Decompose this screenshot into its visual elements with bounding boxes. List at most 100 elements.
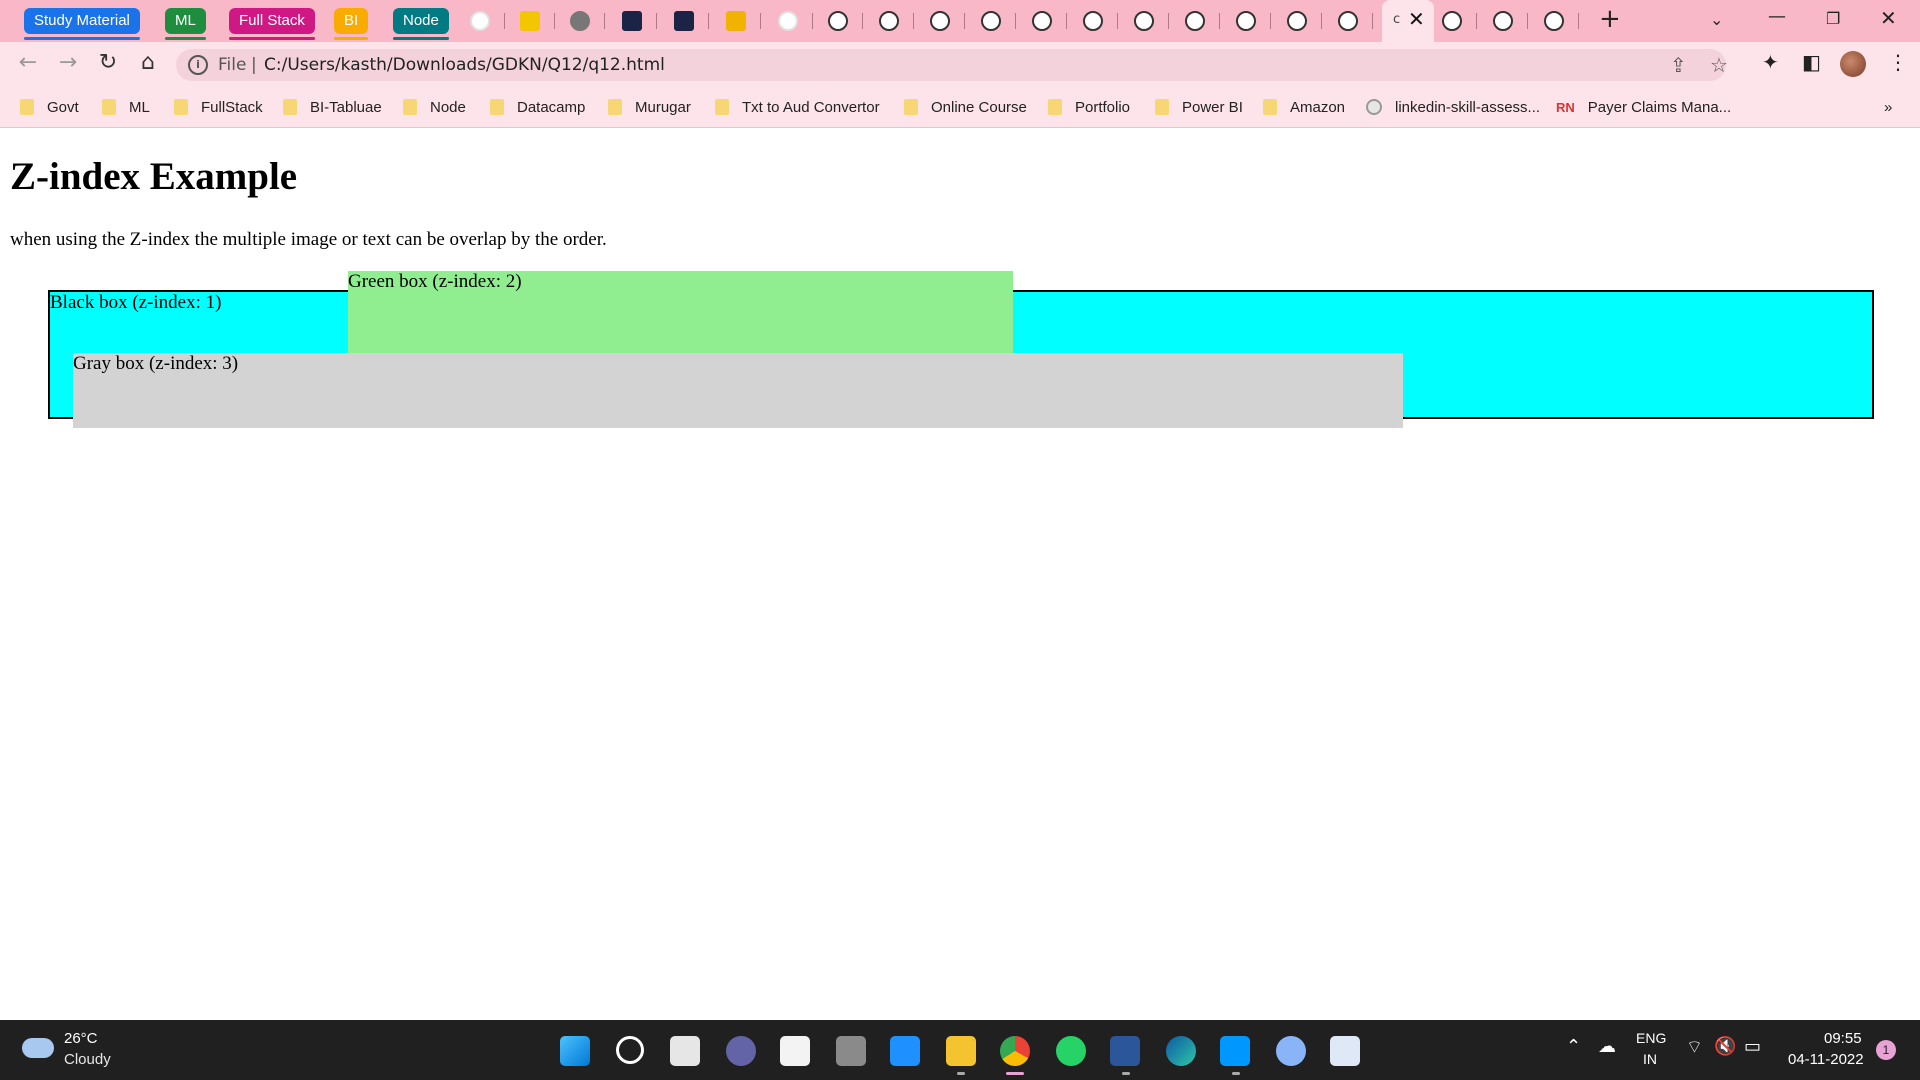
bookmark-label: Amazon bbox=[1290, 98, 1346, 116]
side-panel-icon[interactable]: ◧ bbox=[1802, 50, 1821, 74]
browser-tab[interactable] bbox=[770, 8, 820, 34]
bookmark-item[interactable]: Datacamp bbox=[490, 96, 585, 118]
weather-temperature[interactable]: 26°C bbox=[64, 1030, 98, 1047]
browser-tab[interactable] bbox=[1177, 8, 1227, 34]
bookmark-item[interactable]: Power BI bbox=[1155, 96, 1243, 118]
vscode-icon[interactable] bbox=[1220, 1036, 1250, 1066]
tab-group-study-material[interactable]: Study Material bbox=[24, 8, 140, 40]
weather-condition[interactable]: Cloudy bbox=[64, 1051, 111, 1068]
bookmark-star-icon[interactable]: ☆ bbox=[1710, 53, 1728, 77]
menu-icon[interactable]: ⋮ bbox=[1888, 50, 1908, 74]
back-button[interactable]: ← bbox=[14, 50, 42, 75]
browser-tab[interactable] bbox=[1075, 8, 1125, 34]
bookmark-item[interactable]: Amazon bbox=[1263, 96, 1345, 118]
site-icon bbox=[520, 11, 540, 31]
bookmark-item[interactable]: Portfolio bbox=[1048, 96, 1130, 118]
wifi-icon[interactable]: ⌔ bbox=[1686, 1036, 1703, 1059]
browser-tab[interactable] bbox=[1536, 8, 1586, 34]
tab-group-ml[interactable]: ML bbox=[165, 8, 206, 40]
browser-tab[interactable] bbox=[820, 8, 870, 34]
browser-tab[interactable] bbox=[562, 8, 612, 34]
browser-toolbar: ← → ↻ ⌂ i File | C:/Users/kasth/Download… bbox=[0, 42, 1920, 87]
l-app-icon[interactable] bbox=[890, 1036, 920, 1066]
address-bar[interactable]: i File | C:/Users/kasth/Downloads/GDKN/Q… bbox=[176, 49, 1728, 81]
tab-separator bbox=[1527, 13, 1528, 29]
new-tab-button[interactable]: + bbox=[1599, 4, 1621, 34]
search-icon[interactable] bbox=[616, 1036, 644, 1064]
active-tab[interactable]: c ✕ bbox=[1382, 0, 1434, 42]
notification-badge[interactable]: 1 bbox=[1876, 1040, 1896, 1060]
tab-group-bi[interactable]: BI bbox=[334, 8, 369, 40]
browser-tab[interactable] bbox=[1434, 8, 1484, 34]
extensions-icon[interactable]: ✦ bbox=[1762, 50, 1779, 74]
browser-tab[interactable] bbox=[1279, 8, 1329, 34]
bookmark-item[interactable]: Node bbox=[403, 96, 466, 118]
chevron-up-icon[interactable]: ⌃ bbox=[1566, 1036, 1581, 1057]
browser-tab[interactable] bbox=[922, 8, 972, 34]
bookmark-item[interactable]: Govt bbox=[20, 96, 79, 118]
task-view-icon[interactable] bbox=[670, 1036, 700, 1066]
calculator-icon[interactable] bbox=[836, 1036, 866, 1066]
share-icon[interactable]: ⇪ bbox=[1670, 53, 1687, 77]
tab-separator bbox=[1476, 13, 1477, 29]
browser-tab[interactable] bbox=[871, 8, 921, 34]
bookmark-item[interactable]: linkedin-skill-assess... bbox=[1366, 96, 1540, 118]
tab-group-full-stack[interactable]: Full Stack bbox=[229, 8, 315, 40]
chat-icon[interactable] bbox=[726, 1036, 756, 1066]
forward-button[interactable]: → bbox=[54, 50, 82, 75]
close-window-button[interactable]: ✕ bbox=[1880, 6, 1897, 30]
language-indicator[interactable]: ENG bbox=[1636, 1030, 1666, 1046]
browser-tab[interactable] bbox=[666, 8, 716, 34]
minimize-button[interactable]: — bbox=[1768, 6, 1786, 27]
clock-date[interactable]: 04-11-2022 bbox=[1788, 1051, 1864, 1068]
browser-tab[interactable] bbox=[1024, 8, 1074, 34]
bookmark-label: Txt to Aud Convertor bbox=[742, 98, 880, 116]
page-content: Z-index Example when using the Z-index t… bbox=[0, 128, 1920, 1020]
bookmark-item[interactable]: RN Payer Claims Mana... bbox=[1556, 96, 1731, 118]
bookmark-item[interactable]: FullStack bbox=[174, 96, 263, 118]
onedrive-icon[interactable]: ☁ bbox=[1598, 1036, 1616, 1057]
word-icon[interactable] bbox=[1110, 1036, 1140, 1066]
file-explorer-icon[interactable] bbox=[946, 1036, 976, 1066]
browser-tab[interactable] bbox=[1228, 8, 1278, 34]
browser-tab[interactable] bbox=[462, 8, 512, 34]
browser-tab[interactable] bbox=[718, 8, 768, 34]
edge-icon[interactable] bbox=[1166, 1036, 1196, 1066]
url-text[interactable]: C:/Users/kasth/Downloads/GDKN/Q12/q12.ht… bbox=[264, 55, 665, 75]
r-app-icon[interactable] bbox=[1276, 1036, 1306, 1066]
battery-icon[interactable]: ▭ bbox=[1744, 1036, 1761, 1057]
bookmark-item[interactable]: Online Course bbox=[904, 96, 1027, 118]
restore-button[interactable]: ❐ bbox=[1826, 9, 1840, 28]
scheme-label: File bbox=[218, 55, 247, 75]
profile-avatar[interactable] bbox=[1840, 51, 1866, 77]
whatsapp-icon[interactable] bbox=[1056, 1036, 1086, 1066]
browser-tab[interactable] bbox=[1330, 8, 1380, 34]
site-info-icon[interactable]: i bbox=[188, 55, 208, 75]
browser-tab[interactable] bbox=[512, 8, 562, 34]
browser-tab[interactable] bbox=[1485, 8, 1535, 34]
cloud-icon[interactable] bbox=[22, 1038, 54, 1058]
clock-time[interactable]: 09:55 bbox=[1824, 1030, 1862, 1047]
close-tab-icon[interactable]: ✕ bbox=[1408, 7, 1425, 31]
start-icon[interactable] bbox=[560, 1036, 590, 1066]
bookmark-item[interactable]: Txt to Aud Convertor bbox=[715, 96, 880, 118]
snipping-tool-icon[interactable] bbox=[1330, 1036, 1360, 1066]
bookmark-item[interactable]: ML bbox=[102, 96, 150, 118]
tab-search-icon[interactable]: ⌄ bbox=[1710, 10, 1723, 29]
tab-separator bbox=[554, 13, 555, 29]
bookmark-label: Node bbox=[430, 98, 466, 116]
browser-tab[interactable] bbox=[1126, 8, 1176, 34]
bookmark-item[interactable]: Murugar bbox=[608, 96, 691, 118]
volume-muted-icon[interactable]: 🔇 bbox=[1714, 1036, 1736, 1057]
browser-tab[interactable] bbox=[614, 8, 664, 34]
tab-group-node[interactable]: Node bbox=[393, 8, 449, 40]
home-button[interactable]: ⌂ bbox=[134, 50, 162, 75]
store-icon[interactable] bbox=[780, 1036, 810, 1066]
language-region[interactable]: IN bbox=[1643, 1051, 1657, 1067]
bookmark-item[interactable]: BI-Tabluae bbox=[283, 96, 382, 118]
chrome-icon[interactable] bbox=[1000, 1036, 1030, 1066]
browser-tab[interactable] bbox=[973, 8, 1023, 34]
bookmark-label: Murugar bbox=[635, 98, 691, 116]
reload-button[interactable]: ↻ bbox=[94, 50, 122, 75]
bookmarks-overflow-button[interactable]: » bbox=[1884, 96, 1892, 118]
